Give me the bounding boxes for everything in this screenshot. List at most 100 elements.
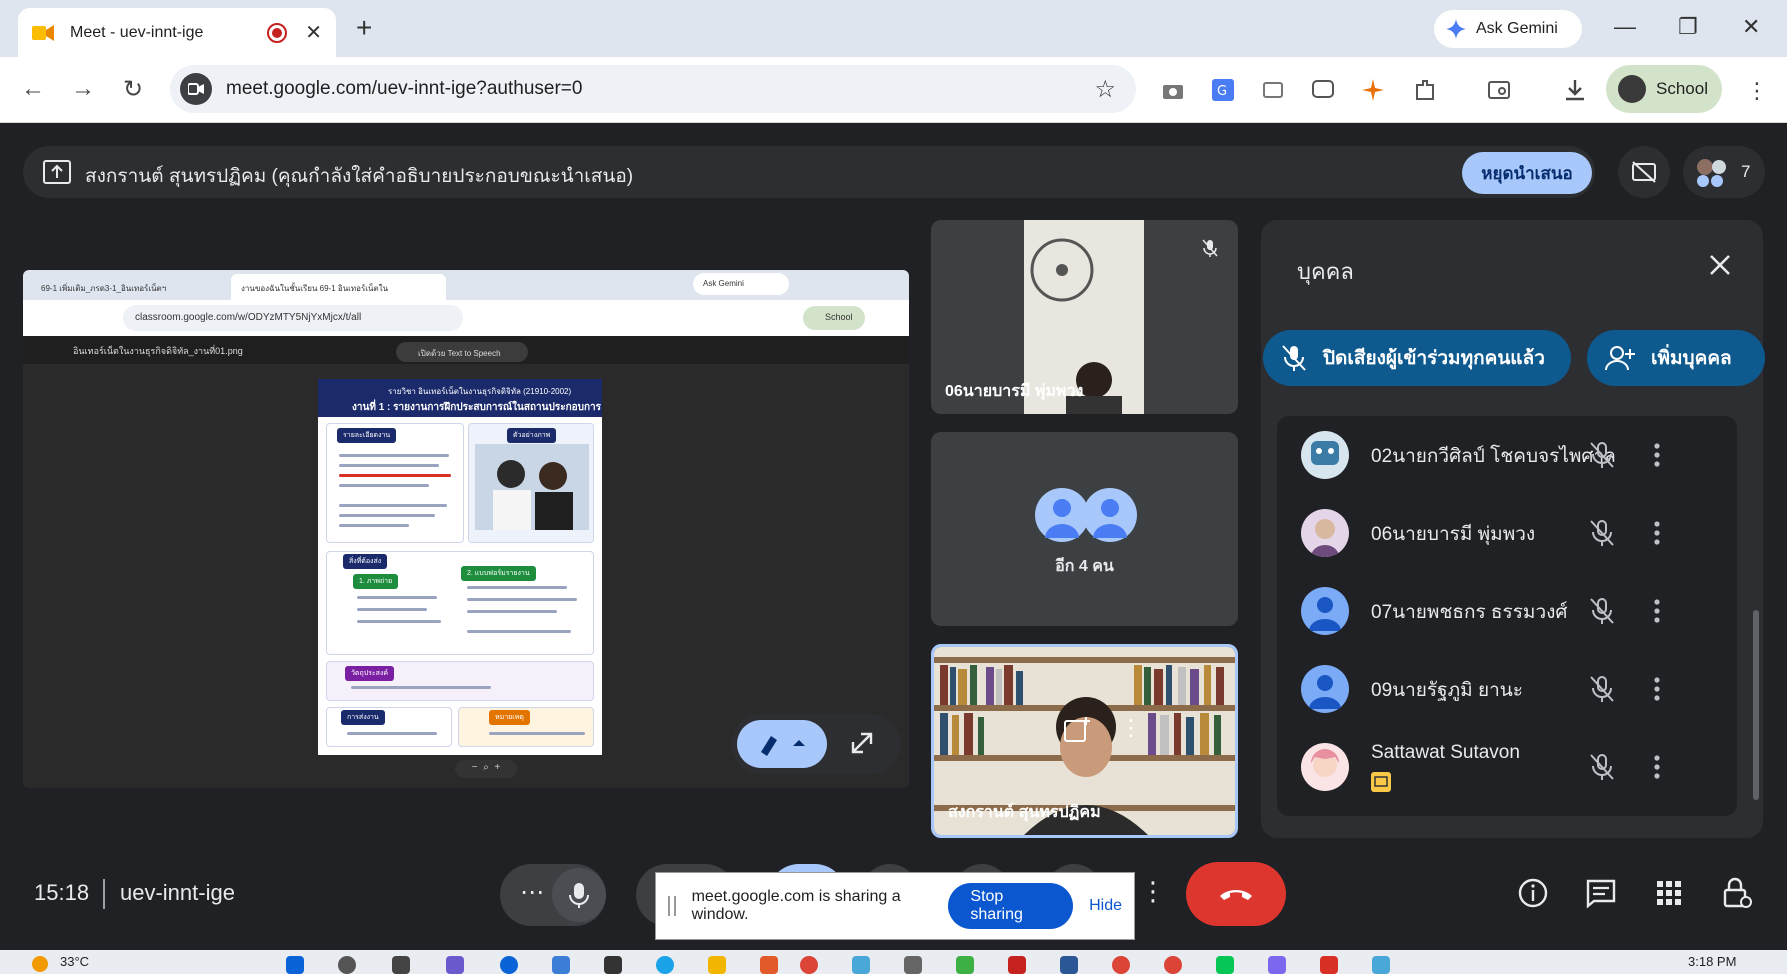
app-icon[interactable]	[760, 956, 778, 974]
sparkle-extension-icon[interactable]	[1360, 77, 1386, 103]
shared-profile: School	[803, 306, 865, 330]
back-icon[interactable]: ←	[18, 75, 48, 105]
more-options-icon[interactable]	[1647, 674, 1667, 704]
mic-off-icon[interactable]	[1587, 752, 1617, 782]
app-icon[interactable]	[1372, 956, 1390, 974]
meeting-info-icon[interactable]	[1516, 876, 1550, 910]
app-icon[interactable]	[1060, 956, 1078, 974]
more-options-icon[interactable]	[1647, 440, 1667, 470]
fullscreen-button[interactable]	[837, 720, 887, 768]
forward-icon[interactable]: →	[68, 75, 98, 105]
browser-toolbar: ← → ↻ meet.google.com/uev-innt-ige?authu…	[0, 57, 1787, 123]
poster-section-example: ตัวอย่างภาพ	[468, 423, 594, 543]
chrome-icon[interactable]	[1112, 956, 1130, 974]
tile-options-icon[interactable]: ⋮	[1120, 715, 1142, 741]
minimize-window-icon[interactable]: —	[1614, 14, 1636, 40]
app-icon[interactable]	[1320, 956, 1338, 974]
others-tile[interactable]: อีก 4 คน	[931, 432, 1238, 626]
chat-icon[interactable]	[1584, 876, 1618, 910]
app-icon[interactable]	[500, 956, 518, 974]
copilot-icon[interactable]	[446, 956, 464, 974]
microphone-button[interactable]	[552, 868, 606, 922]
close-window-icon[interactable]: ✕	[1742, 14, 1760, 40]
annotation-tool-button[interactable]	[737, 720, 827, 768]
mic-off-icon[interactable]	[1587, 440, 1617, 470]
cast-icon[interactable]	[1260, 77, 1286, 103]
participant-tile[interactable]: 06นายบารมี พุ่มพวง	[931, 220, 1238, 414]
app-icon[interactable]	[956, 956, 974, 974]
hide-notice-link[interactable]: Hide	[1089, 897, 1122, 915]
camera-icon[interactable]	[1160, 77, 1186, 103]
edge-icon[interactable]	[656, 956, 674, 974]
add-person-icon	[1605, 346, 1635, 371]
participant-row[interactable]: 09นายรัฐภูมิ ยานะ	[1277, 650, 1737, 728]
participant-row[interactable]: 07นายพชธกร ธรรมวงศ์	[1277, 572, 1737, 650]
close-tab-icon[interactable]: ✕	[305, 20, 322, 45]
ask-gemini-button[interactable]: Ask Gemini	[1434, 10, 1582, 48]
shared-tab-1: 69-1 เพิ่มเติม_ภรด3-1_อินเทอร์เน็ตฯ	[41, 284, 167, 293]
participant-name: 09นายรัฐภูมิ ยานะ	[1371, 680, 1523, 701]
start-icon[interactable]	[286, 956, 304, 974]
task-view-icon[interactable]	[392, 956, 410, 974]
app-icon[interactable]	[1008, 956, 1026, 974]
site-info-icon[interactable]	[180, 73, 212, 105]
tab-search-icon[interactable]	[1486, 77, 1512, 103]
profile-button[interactable]: School	[1606, 65, 1722, 113]
host-controls-icon[interactable]	[1720, 876, 1754, 910]
gemini-star-icon	[1446, 19, 1466, 39]
leave-call-button[interactable]	[1186, 862, 1286, 926]
poster-title: งานที่ 1 : รายงานการฝึกประสบการณ์ในสถานป…	[352, 402, 602, 413]
reload-icon[interactable]: ↻	[118, 75, 148, 105]
participant-row[interactable]: Sattawat Sutavon	[1277, 728, 1737, 806]
app-icon[interactable]	[904, 956, 922, 974]
more-audio-options-icon[interactable]: ⋯	[520, 878, 544, 907]
poster-label: วัตถุประสงค์	[345, 666, 395, 681]
pen-tool-icon	[761, 736, 805, 756]
mic-off-icon[interactable]	[1587, 518, 1617, 548]
poster-label: การส่งงาน	[341, 710, 385, 725]
poster-label: หมายเหตุ	[489, 710, 530, 725]
download-icon[interactable]	[1562, 77, 1588, 103]
more-options-icon[interactable]	[1647, 518, 1667, 548]
translate-icon[interactable]: G	[1210, 77, 1236, 103]
self-tile[interactable]: ⋮ สงกรานต์ สุนทรปฏิคม	[931, 644, 1238, 838]
line-extension-icon[interactable]	[1310, 77, 1336, 103]
app-icon[interactable]	[1268, 956, 1286, 974]
more-options-icon[interactable]	[1647, 596, 1667, 626]
extensions-icon[interactable]	[1412, 77, 1438, 103]
stop-sharing-button[interactable]: Stop sharing	[948, 883, 1074, 929]
panel-scrollbar[interactable]	[1753, 610, 1759, 800]
chrome-icon[interactable]	[800, 956, 818, 974]
file-explorer-icon[interactable]	[708, 956, 726, 974]
shared-toolbar: classroom.google.com/w/ODYzMTY5NjYxMjcx/…	[23, 300, 909, 336]
app-icon[interactable]	[852, 956, 870, 974]
browser-menu-icon[interactable]: ⋮	[1746, 78, 1768, 104]
mic-off-icon[interactable]	[1587, 674, 1617, 704]
add-people-button[interactable]: เพิ่มบุคคล	[1587, 330, 1765, 386]
browser-tab-meet[interactable]: Meet - uev-innt-ige ✕	[18, 8, 336, 57]
stop-presenting-button[interactable]: หยุดนำเสนอ	[1462, 152, 1592, 194]
participant-faces-icon	[1697, 159, 1726, 187]
participant-row[interactable]: 02นายกวีศิลป์ โชคบจรไพศาล	[1277, 416, 1737, 494]
chrome-icon[interactable]	[1164, 956, 1182, 974]
app-icon[interactable]	[604, 956, 622, 974]
participants-button[interactable]: 7	[1683, 146, 1765, 198]
new-tab-button[interactable]: +	[356, 12, 372, 44]
activities-icon[interactable]	[1652, 876, 1686, 910]
mic-off-icon[interactable]	[1587, 596, 1617, 626]
bookmark-star-icon[interactable]: ☆	[1094, 75, 1116, 104]
app-icon[interactable]	[552, 956, 570, 974]
address-bar[interactable]: meet.google.com/uev-innt-ige?authuser=0 …	[170, 65, 1136, 113]
drag-handle-icon[interactable]	[668, 896, 676, 916]
add-image-icon[interactable]	[1062, 715, 1092, 745]
hide-self-view-button[interactable]	[1618, 146, 1670, 198]
mute-all-button[interactable]: ปิดเสียงผู้เข้าร่วมทุกคนแล้ว	[1263, 330, 1571, 386]
restore-window-icon[interactable]: ❐	[1678, 14, 1698, 40]
search-icon[interactable]	[338, 956, 356, 974]
divider	[103, 879, 105, 909]
more-options-icon[interactable]: ⋮	[1140, 876, 1166, 907]
line-icon[interactable]	[1216, 956, 1234, 974]
participant-row[interactable]: 06นายบารมี พุ่มพวง	[1277, 494, 1737, 572]
more-options-icon[interactable]	[1647, 752, 1667, 782]
close-icon[interactable]	[1705, 250, 1735, 280]
